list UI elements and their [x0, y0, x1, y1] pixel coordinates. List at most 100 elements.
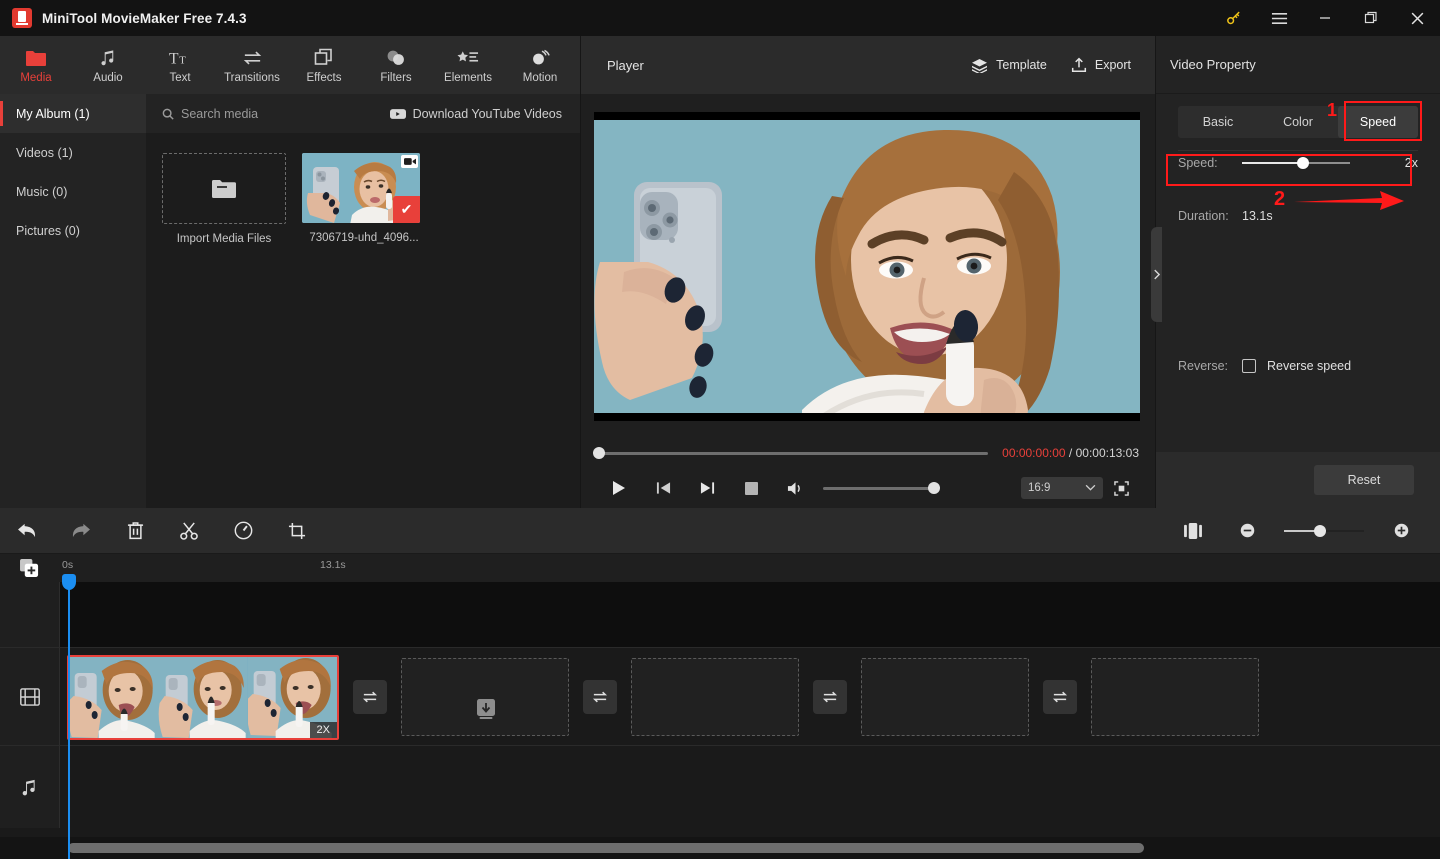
player-title: Player — [607, 57, 644, 73]
timeline-ruler[interactable]: 0s 13.1s — [0, 554, 1440, 582]
zoom-out-button[interactable] — [1220, 508, 1274, 554]
key-icon — [1226, 11, 1240, 24]
nav-item-effects[interactable]: Effects — [288, 36, 360, 94]
volume-slider[interactable] — [823, 482, 940, 494]
nav-item-text[interactable]: TT Text — [144, 36, 216, 94]
import-dropzone[interactable] — [162, 153, 286, 224]
tab-label: Speed — [1359, 115, 1397, 129]
zoom-slider-handle[interactable] — [1314, 524, 1326, 537]
delete-button[interactable] — [108, 508, 162, 554]
nav-item-elements[interactable]: Elements — [432, 36, 504, 94]
empty-media-slot[interactable] — [401, 658, 569, 736]
transition-slot-button[interactable] — [353, 680, 387, 714]
volume-handle[interactable] — [928, 482, 940, 494]
nav-item-filters[interactable]: Filters — [360, 36, 432, 94]
download-youtube-label: Download YouTube Videos — [412, 106, 562, 121]
playhead-line[interactable] — [68, 582, 70, 859]
nav-item-transitions[interactable]: Transitions — [216, 36, 288, 94]
crop-button[interactable] — [270, 508, 324, 554]
total-time: 00:00:13:03 — [1075, 446, 1139, 460]
import-media-tile[interactable]: Import Media Files — [162, 153, 286, 245]
sidebar-item-label: Pictures (0) — [16, 223, 80, 238]
timeline-panel: 0s 13.1s 2X — [0, 508, 1440, 859]
audio-track-lane[interactable] — [60, 746, 1440, 828]
clip-thumbnail-frame — [69, 657, 159, 738]
svg-text:T: T — [179, 54, 186, 66]
add-media-icon-glyph — [20, 558, 39, 577]
license-key-button[interactable] — [1210, 0, 1256, 36]
stop-button[interactable] — [729, 473, 773, 503]
nav-item-motion[interactable]: Motion — [504, 36, 576, 94]
video-track-lane[interactable]: 2X — [60, 648, 1440, 746]
sidebar-item-music[interactable]: Music (0) — [0, 172, 146, 211]
search-media-field[interactable]: Search media — [162, 107, 258, 121]
empty-media-slot[interactable] — [861, 658, 1029, 736]
sidebar-item-pictures[interactable]: Pictures (0) — [0, 211, 146, 250]
clip-speed-badge: 2X — [309, 722, 337, 738]
timeline-clip[interactable]: 2X — [67, 655, 339, 740]
transition-slot-button[interactable] — [1043, 680, 1077, 714]
nav-item-audio[interactable]: Audio — [72, 36, 144, 94]
minimize-button[interactable] — [1302, 0, 1348, 36]
timeline-zoom-slider[interactable] — [1284, 524, 1364, 537]
sidebar-item-my-album[interactable]: My Album (1) — [0, 94, 146, 133]
transition-slot-button[interactable] — [813, 680, 847, 714]
text-track-lane[interactable] — [60, 582, 1440, 648]
play-button[interactable] — [597, 473, 641, 503]
previous-frame-button[interactable] — [641, 473, 685, 503]
chevron-right-icon — [1154, 269, 1160, 280]
redo-icon — [72, 523, 90, 538]
nav-item-media[interactable]: Media — [0, 36, 72, 94]
close-button[interactable] — [1394, 0, 1440, 36]
next-frame-button[interactable] — [685, 473, 729, 503]
menu-button[interactable] — [1256, 0, 1302, 36]
reverse-label: Reverse: — [1178, 359, 1229, 373]
zoom-in-button[interactable] — [1374, 508, 1428, 554]
redo-button[interactable] — [54, 508, 108, 554]
reverse-speed-checkbox[interactable] — [1242, 359, 1256, 373]
media-clip-tile[interactable]: ✔ 7306719-uhd_4096... — [302, 153, 426, 245]
app-logo-icon — [12, 8, 32, 28]
volume-icon — [787, 481, 800, 495]
horizontal-scrollbar-thumb[interactable] — [68, 843, 1144, 853]
empty-media-slot[interactable] — [1091, 658, 1259, 736]
panel-collapse-handle[interactable] — [1151, 227, 1162, 322]
maximize-button[interactable] — [1348, 0, 1394, 36]
speed-button[interactable] — [216, 508, 270, 554]
undo-button[interactable] — [0, 508, 54, 554]
aspect-ratio-select[interactable]: 16:9 — [1021, 477, 1103, 499]
empty-media-slot[interactable] — [631, 658, 799, 736]
reverse-speed-label: Reverse speed — [1267, 359, 1352, 373]
reset-button[interactable]: Reset — [1314, 465, 1414, 495]
download-youtube-button[interactable]: Download YouTube Videos — [389, 106, 562, 121]
fullscreen-button[interactable] — [1103, 473, 1139, 503]
volume-button[interactable] — [773, 473, 817, 503]
tab-basic[interactable]: Basic — [1178, 106, 1258, 138]
speed-label: Speed: — [1178, 156, 1218, 170]
video-preview[interactable] — [594, 112, 1140, 421]
sidebar-item-label: Videos (1) — [16, 145, 73, 160]
add-media-icon[interactable] — [17, 557, 43, 579]
speed-control-row: Speed: 2x — [1178, 156, 1418, 170]
speed-slider[interactable] — [1242, 157, 1350, 169]
tab-speed[interactable]: Speed — [1338, 106, 1418, 138]
template-button[interactable]: Template — [971, 58, 1047, 73]
export-button[interactable]: Export — [1071, 57, 1131, 73]
property-footer: Reset — [1156, 452, 1440, 508]
transition-slot-button[interactable] — [583, 680, 617, 714]
seek-handle[interactable] — [593, 447, 605, 459]
folder-icon — [26, 47, 46, 67]
media-thumbnail[interactable]: ✔ — [302, 153, 420, 223]
split-button[interactable] — [162, 508, 216, 554]
aspect-ratio-value: 16:9 — [1028, 482, 1051, 494]
speed-slider-handle[interactable] — [1297, 157, 1309, 169]
playhead-handle[interactable] — [62, 574, 76, 590]
fit-timeline-button[interactable] — [1166, 508, 1220, 554]
video-camera-icon — [403, 158, 416, 165]
search-icon — [162, 108, 174, 120]
tab-color[interactable]: Color — [1258, 106, 1338, 138]
sidebar-item-videos[interactable]: Videos (1) — [0, 133, 146, 172]
seek-slider[interactable] — [593, 447, 989, 459]
trash-icon — [127, 521, 143, 539]
nav-label: Elements — [444, 71, 492, 84]
